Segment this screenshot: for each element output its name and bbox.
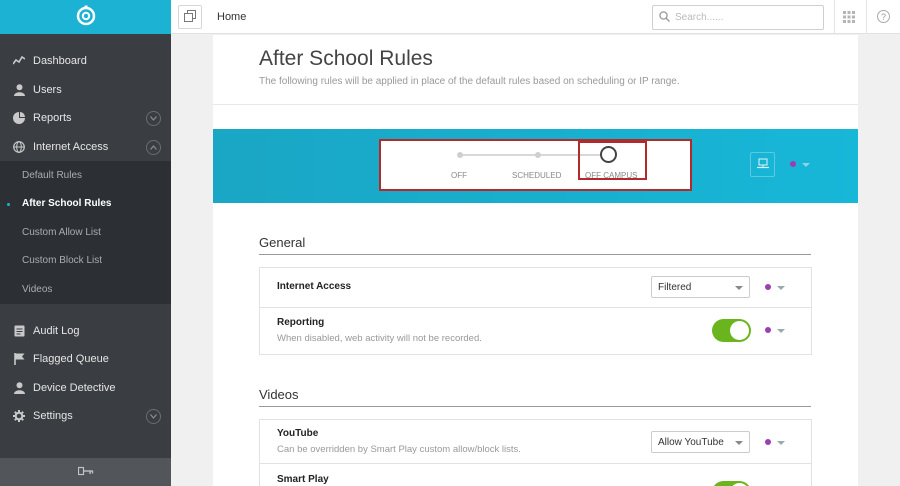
sidebar-item-flagged-queue[interactable]: Flagged Queue bbox=[0, 345, 171, 374]
sidebar-subitem-custom-block-list[interactable]: Custom Block List bbox=[0, 247, 171, 276]
collapse-sidebar-icon bbox=[77, 465, 94, 479]
chevron-down-icon[interactable] bbox=[146, 409, 161, 424]
internet-access-select[interactable]: Filtered bbox=[651, 276, 750, 298]
device-settings-button[interactable] bbox=[750, 152, 775, 177]
divider bbox=[834, 0, 835, 34]
setting-internet-access: Internet Access Filtered bbox=[260, 268, 811, 308]
sidebar-subitem-label: After School Rules bbox=[22, 198, 112, 210]
sidebar-subitem-videos[interactable]: Videos bbox=[0, 275, 171, 304]
sidebar-item-device-detective[interactable]: Device Detective bbox=[0, 374, 171, 403]
user-icon bbox=[12, 83, 26, 97]
globe-icon bbox=[12, 140, 26, 154]
setting-label: Smart Play bbox=[277, 474, 329, 485]
section-title-general: General bbox=[259, 235, 306, 250]
smart-play-toggle[interactable] bbox=[712, 481, 751, 486]
detective-icon bbox=[12, 381, 26, 395]
breadcrumb[interactable]: Home bbox=[217, 11, 246, 23]
sidebar-item-label: Dashboard bbox=[33, 55, 87, 68]
video-settings: YouTube Can be overridden by Smart Play … bbox=[259, 419, 812, 486]
sidebar-item-users[interactable]: Users bbox=[0, 76, 171, 105]
logo-bar bbox=[0, 0, 171, 34]
sidebar-item-label: Reports bbox=[33, 112, 72, 125]
sidebar-item-label: Flagged Queue bbox=[33, 353, 109, 366]
status-dot bbox=[765, 327, 771, 333]
chevron-up-icon[interactable] bbox=[146, 139, 161, 155]
status-dot bbox=[790, 161, 796, 167]
sidebar-subitem-label: Default Rules bbox=[22, 169, 83, 181]
selected-state-highlight bbox=[578, 141, 647, 180]
log-icon bbox=[12, 324, 26, 338]
sidebar-item-dashboard[interactable]: Dashboard bbox=[0, 47, 171, 76]
sidebar-nav-secondary: Audit Log Flagged Queue Device Detective… bbox=[0, 304, 171, 431]
page-title: After School Rules bbox=[259, 47, 433, 70]
toggle-thumb bbox=[730, 321, 749, 340]
device-icon bbox=[756, 157, 770, 172]
setting-reporting: Reporting When disabled, web activity wi… bbox=[260, 308, 811, 354]
chevron-down-icon[interactable] bbox=[146, 111, 161, 126]
setting-smart-play: Smart Play bbox=[260, 464, 811, 486]
sidebar: Dashboard Users Reports Internet Access bbox=[0, 0, 171, 486]
caret-down-icon[interactable] bbox=[777, 441, 785, 445]
sidebar-subitem-label: Custom Allow List bbox=[22, 226, 101, 238]
windows-icon bbox=[184, 9, 196, 25]
sidebar-item-label: Settings bbox=[33, 410, 73, 423]
sidebar-item-label: Device Detective bbox=[33, 381, 116, 394]
section-divider bbox=[259, 406, 811, 407]
sidebar-item-settings[interactable]: Settings bbox=[0, 402, 171, 431]
sidebar-subitem-custom-allow-list[interactable]: Custom Allow List bbox=[0, 218, 171, 247]
reporting-toggle[interactable] bbox=[712, 319, 751, 342]
sidebar-item-label: Users bbox=[33, 83, 62, 96]
setting-youtube: YouTube Can be overridden by Smart Play … bbox=[260, 420, 811, 464]
help-icon[interactable]: ? bbox=[877, 10, 890, 23]
internet-access-subnav: Default Rules After School Rules Custom … bbox=[0, 161, 171, 304]
apps-grid-icon[interactable] bbox=[843, 11, 855, 26]
state-label-scheduled[interactable]: SCHEDULED bbox=[512, 171, 561, 180]
sidebar-item-reports[interactable]: Reports bbox=[0, 104, 171, 133]
search-input[interactable] bbox=[675, 12, 805, 23]
caret-down-icon[interactable] bbox=[802, 163, 810, 167]
logo-icon[interactable] bbox=[75, 5, 97, 30]
setting-label: Internet Access bbox=[277, 281, 352, 292]
flag-icon bbox=[12, 352, 26, 366]
caret-down-icon[interactable] bbox=[777, 329, 785, 333]
state-label-off[interactable]: OFF bbox=[451, 171, 467, 180]
page-subtitle: The following rules will be applied in p… bbox=[259, 76, 680, 87]
status-dot bbox=[765, 439, 771, 445]
divider bbox=[213, 104, 858, 105]
main-content: After School Rules The following rules w… bbox=[213, 35, 858, 486]
rules-state-banner: OFF SCHEDULED OFF CAMPUS bbox=[213, 129, 858, 203]
setting-label: Reporting bbox=[277, 317, 325, 328]
section-title-videos: Videos bbox=[259, 387, 299, 402]
section-divider bbox=[259, 254, 811, 255]
rules-state-selector: OFF SCHEDULED OFF CAMPUS bbox=[379, 139, 692, 191]
setting-label: YouTube bbox=[277, 428, 319, 439]
general-settings: Internet Access Filtered Reporting When … bbox=[259, 267, 812, 355]
state-stop-scheduled[interactable] bbox=[535, 152, 541, 158]
status-dot bbox=[765, 284, 771, 290]
youtube-select[interactable]: Allow YouTube bbox=[651, 431, 750, 453]
caret-down-icon[interactable] bbox=[777, 286, 785, 290]
setting-description: When disabled, web activity will not be … bbox=[277, 333, 482, 344]
sidebar-subitem-label: Custom Block List bbox=[22, 255, 103, 267]
new-window-button[interactable] bbox=[178, 5, 202, 29]
sidebar-nav: Dashboard Users Reports Internet Access bbox=[0, 34, 171, 161]
top-bar: Home ? bbox=[171, 0, 900, 34]
setting-description: Can be overridden by Smart Play custom a… bbox=[277, 444, 521, 455]
sidebar-subitem-default-rules[interactable]: Default Rules bbox=[0, 161, 171, 190]
state-stop-off[interactable] bbox=[457, 152, 463, 158]
chart-line-icon bbox=[12, 54, 26, 68]
sidebar-subitem-label: Videos bbox=[22, 283, 53, 295]
search-icon bbox=[659, 10, 670, 25]
sidebar-item-internet-access[interactable]: Internet Access bbox=[0, 133, 171, 162]
sidebar-item-audit-log[interactable]: Audit Log bbox=[0, 317, 171, 346]
sidebar-subitem-after-school-rules[interactable]: After School Rules bbox=[0, 190, 171, 219]
divider bbox=[866, 0, 867, 34]
sidebar-item-label: Internet Access bbox=[33, 140, 109, 153]
sidebar-item-label: Audit Log bbox=[33, 324, 80, 337]
pie-chart-icon bbox=[12, 111, 26, 125]
search-box bbox=[652, 5, 824, 30]
sidebar-collapse-button[interactable] bbox=[0, 458, 171, 486]
gear-icon bbox=[12, 409, 26, 423]
